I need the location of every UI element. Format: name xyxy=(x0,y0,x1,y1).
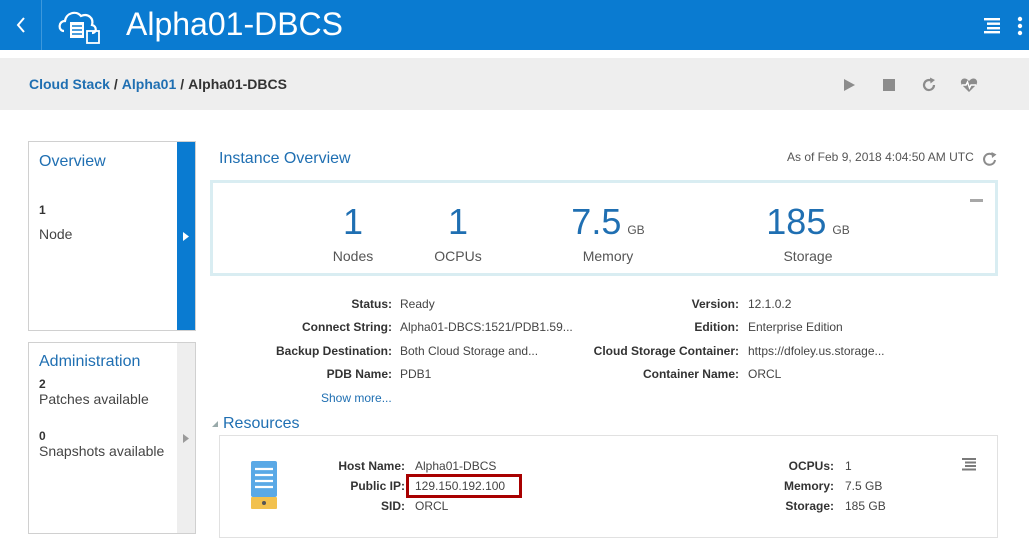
overview-card-title: Overview xyxy=(39,153,106,170)
page-title: Alpha01-DBCS xyxy=(126,6,343,42)
res-storage-label: Storage: xyxy=(785,499,834,513)
metric-storage-unit: GB xyxy=(832,223,850,237)
overview-card[interactable]: Overview 1 Node xyxy=(28,141,196,331)
breadcrumb: Cloud Stack / Alpha01/Alpha01-DBCS xyxy=(29,76,287,92)
back-button[interactable] xyxy=(0,0,42,50)
breadcrumb-cloud-stack[interactable]: Cloud Stack xyxy=(29,76,110,92)
refresh-icon[interactable] xyxy=(982,151,998,167)
health-icon xyxy=(960,78,978,92)
container-name-label: Container Name: xyxy=(642,367,739,381)
metric-memory-unit: GB xyxy=(627,223,645,237)
patches-count: 2 xyxy=(39,377,46,391)
res-ocpus-value: 1 xyxy=(845,459,852,473)
version-value: 12.1.0.2 xyxy=(748,297,792,311)
pdb-name-label: PDB Name: xyxy=(326,367,392,381)
host-name-label: Host Name: xyxy=(338,459,405,473)
chevron-right-icon xyxy=(183,433,189,443)
breadcrumb-separator: / xyxy=(180,76,185,92)
host-name-value: Alpha01-DBCS xyxy=(415,459,497,473)
breadcrumb-bar: Cloud Stack / Alpha01/Alpha01-DBCS xyxy=(0,58,1029,110)
cloud-storage-container-label: Cloud Storage Container: xyxy=(593,344,739,358)
breadcrumb-alpha01[interactable]: Alpha01 xyxy=(122,76,176,92)
administration-card-title: Administration xyxy=(39,353,141,370)
patches-label: Patches available xyxy=(39,391,149,407)
metric-nodes: 1 Nodes xyxy=(313,200,393,264)
metric-memory: 7.5 GB Memory xyxy=(553,200,663,264)
backup-destination-value: Both Cloud Storage and... xyxy=(400,344,539,358)
show-more-link[interactable]: Show more... xyxy=(321,391,392,405)
connect-string-value: Alpha01-DBCS:1521/PDB1.59... xyxy=(400,320,573,334)
as-of-timestamp: As of Feb 9, 2018 4:04:50 AM UTC xyxy=(787,150,974,164)
pdb-name-value: PDB1 xyxy=(400,367,432,381)
snapshots-count: 0 xyxy=(39,429,46,443)
status-value: Ready xyxy=(400,297,435,311)
version-label: Version: xyxy=(691,297,739,311)
kebab-menu-icon[interactable] xyxy=(1016,16,1024,36)
health-button[interactable] xyxy=(958,75,980,95)
metric-ocpus-label: OCPUs xyxy=(434,248,482,264)
metric-nodes-value: 1 xyxy=(342,201,364,242)
metric-storage-value: 185 xyxy=(766,201,827,242)
metric-ocpus-value: 1 xyxy=(447,201,469,242)
cloud-database-icon xyxy=(58,11,100,44)
res-storage-value: 185 GB xyxy=(845,499,886,513)
edition-value: Enterprise Edition xyxy=(748,320,843,334)
res-memory-label: Memory: xyxy=(783,479,834,493)
metric-storage: 185 GB Storage xyxy=(748,200,868,264)
restart-icon xyxy=(922,77,936,92)
res-memory-value: 7.5 GB xyxy=(845,479,883,493)
backup-destination-label: Backup Destination: xyxy=(275,344,392,358)
res-ocpus-label: OCPUs: xyxy=(788,459,834,473)
snapshots-label: Snapshots available xyxy=(39,443,165,459)
administration-card[interactable]: Administration 2 Patches available 0 Sna… xyxy=(28,342,196,534)
breadcrumb-separator: / xyxy=(113,76,118,92)
edition-label: Edition: xyxy=(694,320,739,334)
administration-card-tab[interactable] xyxy=(177,343,195,533)
breadcrumb-current: Alpha01-DBCS xyxy=(188,76,287,92)
node-count: 1 xyxy=(39,203,46,217)
container-name-value: ORCL xyxy=(748,367,782,381)
stop-icon xyxy=(883,79,895,91)
start-button[interactable] xyxy=(838,75,860,95)
chevron-right-icon xyxy=(183,231,189,241)
collapse-triangle-icon xyxy=(212,420,218,427)
resource-menu-icon[interactable] xyxy=(962,457,976,471)
node-label: Node xyxy=(39,226,73,242)
sid-value: ORCL xyxy=(415,499,449,513)
server-icon xyxy=(251,461,277,509)
instance-metrics-panel: 1 Nodes 1 OCPUs 7.5 GB Memory 185 GB Stora… xyxy=(210,180,998,276)
metric-nodes-label: Nodes xyxy=(332,248,374,264)
stop-button[interactable] xyxy=(878,75,900,95)
resources-title: Resources xyxy=(223,415,300,432)
metric-storage-label: Storage xyxy=(783,248,833,264)
connect-string-label: Connect String: xyxy=(302,320,392,334)
instance-overview-title: Instance Overview xyxy=(219,150,351,167)
hamburger-menu-icon[interactable] xyxy=(983,16,1001,34)
restart-button[interactable] xyxy=(918,75,940,95)
metric-ocpus: 1 OCPUs xyxy=(418,200,498,264)
metric-memory-value: 7.5 xyxy=(571,201,622,242)
overview-card-tab[interactable] xyxy=(177,142,195,330)
resources-section-toggle[interactable]: Resources xyxy=(212,415,299,433)
status-label: Status: xyxy=(351,297,392,311)
metric-memory-label: Memory xyxy=(582,248,634,264)
chevron-left-icon xyxy=(16,17,25,33)
app-header: Alpha01-DBCS xyxy=(0,0,1029,50)
start-icon xyxy=(844,79,855,91)
public-ip-highlight xyxy=(406,474,522,498)
collapse-panel-button[interactable] xyxy=(970,199,983,202)
cloud-storage-container-value: https://dfoley.us.storage... xyxy=(748,344,885,358)
instance-actions xyxy=(838,75,980,95)
public-ip-label: Public IP: xyxy=(350,479,405,493)
sid-label: SID: xyxy=(381,499,405,513)
